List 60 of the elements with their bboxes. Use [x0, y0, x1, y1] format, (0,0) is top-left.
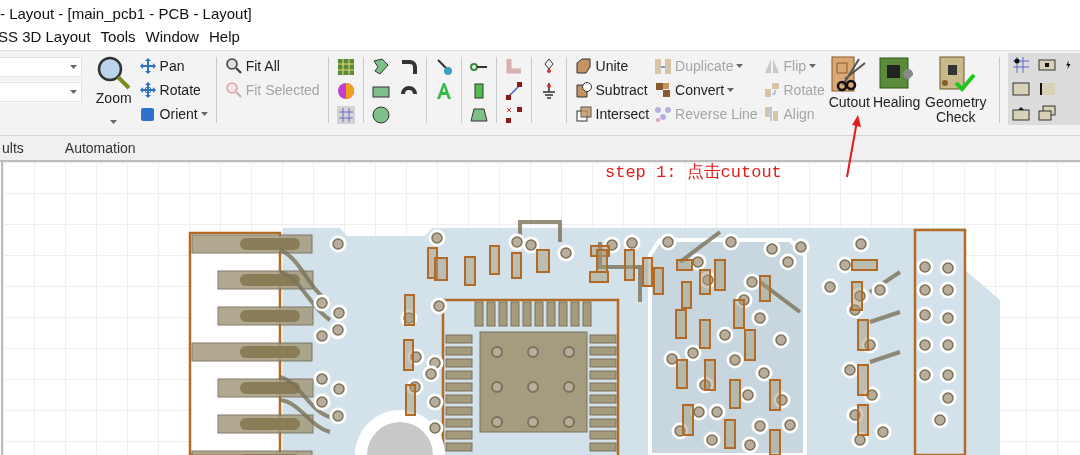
pad-icon — [1038, 56, 1057, 74]
stacked-rectangles-icon — [1038, 104, 1057, 122]
toolbar-button[interactable]: Rotate — [138, 79, 208, 100]
toolbar-button[interactable]: Convert — [654, 79, 758, 100]
caret-icon — [727, 87, 735, 92]
zoom-button[interactable]: Zoom — [95, 55, 132, 131]
ribbon-tab[interactable]: ults — [0, 137, 33, 159]
trapezoid-icon — [469, 106, 488, 124]
caret-icon — [70, 90, 77, 94]
color-wheel-icon — [336, 82, 355, 100]
toolbar-button[interactable]: Geometry Check — [923, 55, 989, 131]
blocks-icon — [762, 104, 781, 123]
window-title: - Layout - [main_pcb1 - PCB - Layout] — [0, 4, 252, 22]
circle-icon — [371, 106, 390, 124]
toolbar-button[interactable]: Orient — [138, 103, 208, 124]
bend-icon — [399, 58, 418, 76]
toolbar-button[interactable]: Fit All — [224, 55, 320, 76]
ribbon-tab[interactable]: Automation — [55, 137, 145, 159]
corner-icon — [504, 58, 523, 76]
caret-icon — [200, 111, 208, 116]
blocks-icon — [654, 80, 673, 99]
annotation-arrow — [843, 115, 863, 179]
bar-icon — [1038, 80, 1057, 98]
toolbar-button[interactable]: Unite — [574, 55, 650, 76]
caret-icon — [736, 63, 744, 68]
shape-icon — [574, 80, 593, 99]
magnifier-icon — [95, 55, 132, 91]
caret-icon — [809, 63, 817, 68]
move-arrows-icon — [138, 56, 157, 75]
line-nodes-icon — [504, 106, 523, 124]
rotate-arrows-icon — [138, 80, 157, 99]
toolbar-button[interactable]: Intersect — [574, 103, 650, 124]
toolbar-button[interactable]: Healing — [872, 55, 921, 131]
menu-item[interactable]: Window — [145, 28, 205, 45]
line-nodes-icon — [504, 82, 523, 100]
annotation-text: step 1: 点击cutout — [605, 162, 782, 183]
dropdown-field[interactable] — [0, 57, 82, 77]
blocks-icon — [654, 56, 673, 75]
grid-node-icon — [1012, 56, 1031, 74]
toolbar-button[interactable]: Cutout — [828, 55, 870, 131]
nodes-icon — [654, 104, 673, 123]
menu-item[interactable]: Help — [208, 28, 246, 45]
toolbar-button[interactable]: Pan — [138, 55, 208, 76]
grid-icon — [336, 106, 355, 124]
polygon-icon — [371, 58, 390, 76]
toolbar-button[interactable]: Subtract — [574, 79, 650, 100]
magnifier-icon — [224, 80, 243, 99]
letter-icon — [434, 82, 453, 100]
caret-icon — [110, 120, 118, 124]
blocks-icon — [762, 80, 781, 99]
board-grid-icon — [336, 58, 355, 76]
via-wire-icon — [434, 58, 453, 76]
rectangle-icon — [1012, 80, 1031, 98]
magnifier-icon — [224, 56, 243, 75]
shape-icon — [574, 56, 593, 75]
menu-item[interactable]: Tools — [100, 28, 142, 45]
rectangle-icon — [1012, 104, 1031, 122]
caret-icon — [70, 65, 77, 69]
shape-icon — [574, 104, 593, 123]
dropdown-field[interactable] — [0, 82, 82, 102]
